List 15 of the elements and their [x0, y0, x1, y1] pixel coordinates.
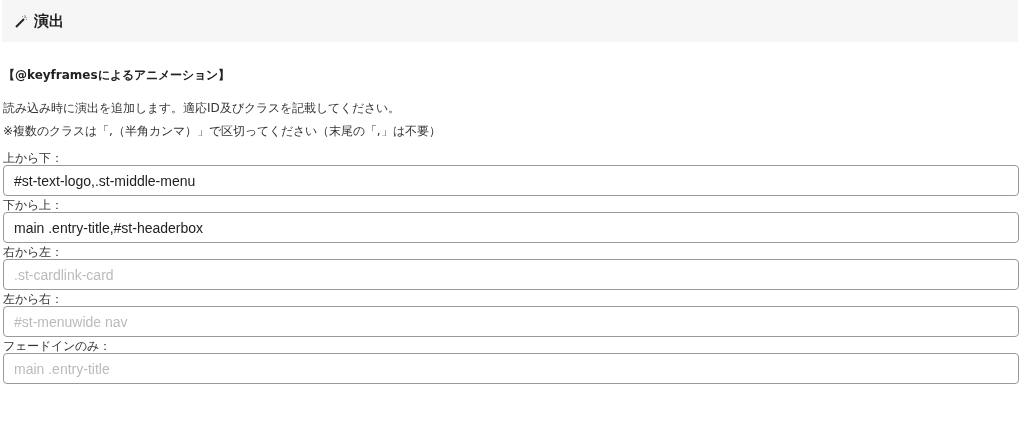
field-label: 左から右： — [3, 292, 64, 306]
input-field[interactable]: main .entry-title,#st-headerbox — [3, 212, 1019, 243]
magic-wand-icon — [14, 14, 28, 28]
field-label: 右から左： — [3, 245, 64, 259]
subheading: 【@keyframesによるアニメーション】 — [3, 67, 231, 83]
field-label: 下から上： — [3, 198, 64, 212]
input-field[interactable]: #st-text-logo,.st-middle-menu — [3, 165, 1019, 196]
input-field[interactable]: main .entry-title — [3, 353, 1019, 384]
field-label: フェードインのみ： — [3, 339, 112, 353]
description-text: 読み込み時に演出を追加します。適応ID及びクラスを記載してください。 — [3, 100, 401, 117]
input-field[interactable]: .st-cardlink-card — [3, 259, 1019, 290]
description-text: ※複数のクラスは「,（半角カンマ）」で区切ってください（末尾の「,」は不要） — [3, 123, 442, 140]
input-field[interactable]: #st-menuwide nav — [3, 306, 1019, 337]
section-title: 演出 — [34, 11, 64, 31]
field-label: 上から下： — [3, 151, 64, 165]
